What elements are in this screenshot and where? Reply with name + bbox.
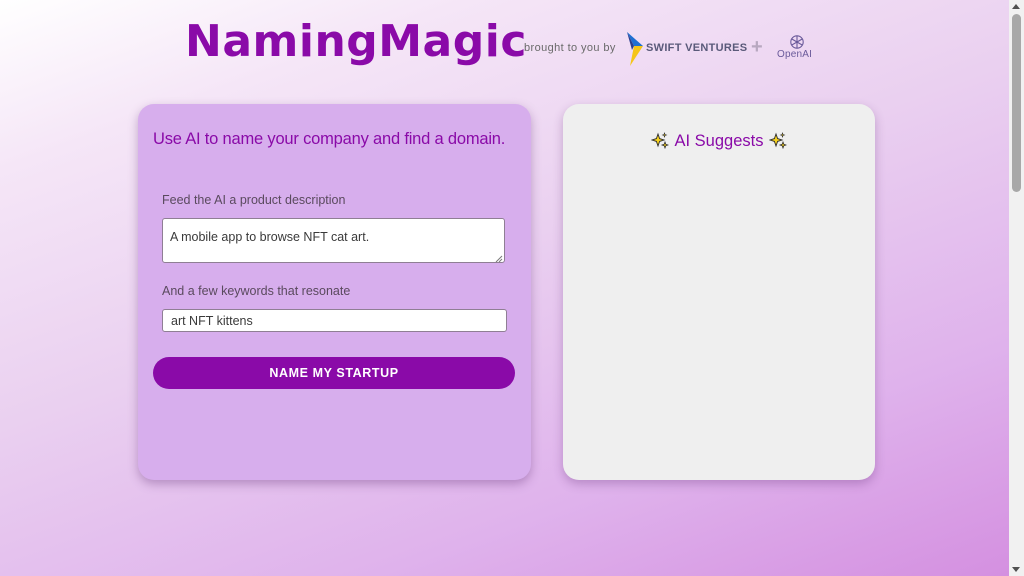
suggestions-header: AI Suggests — [563, 130, 875, 152]
swift-ventures-name: SWIFT VENTURES — [646, 42, 748, 54]
keywords-input[interactable] — [162, 309, 507, 332]
naming-form-card: Use AI to name your company and find a d… — [138, 104, 531, 480]
product-description-input[interactable]: A mobile app to browse NFT cat art. — [162, 218, 505, 263]
openai-logo-icon — [790, 35, 804, 49]
scroll-down-arrow-icon[interactable] — [1012, 567, 1020, 572]
suggestions-card: AI Suggests — [563, 104, 875, 480]
app-logo-title: NamingMagic — [185, 16, 527, 67]
scroll-up-arrow-icon[interactable] — [1012, 4, 1020, 9]
openai-name: OpenAI — [777, 49, 813, 60]
form-heading: Use AI to name your company and find a d… — [153, 130, 506, 148]
plus-separator: + — [751, 36, 763, 58]
sparkles-icon — [769, 132, 788, 150]
keywords-label: And a few keywords that resonate — [162, 284, 351, 298]
resize-handle-icon[interactable] — [495, 255, 503, 263]
brought-by-text: brought to you by — [524, 42, 616, 54]
sparkles-icon — [650, 132, 669, 150]
swift-ventures-logo-icon — [627, 32, 643, 66]
suggestions-title: AI Suggests — [674, 131, 764, 150]
page-scrollbar[interactable] — [1009, 0, 1024, 576]
name-my-startup-button[interactable]: NAME MY STARTUP — [153, 357, 515, 389]
scrollbar-thumb[interactable] — [1012, 14, 1021, 192]
description-label: Feed the AI a product description — [162, 193, 346, 207]
